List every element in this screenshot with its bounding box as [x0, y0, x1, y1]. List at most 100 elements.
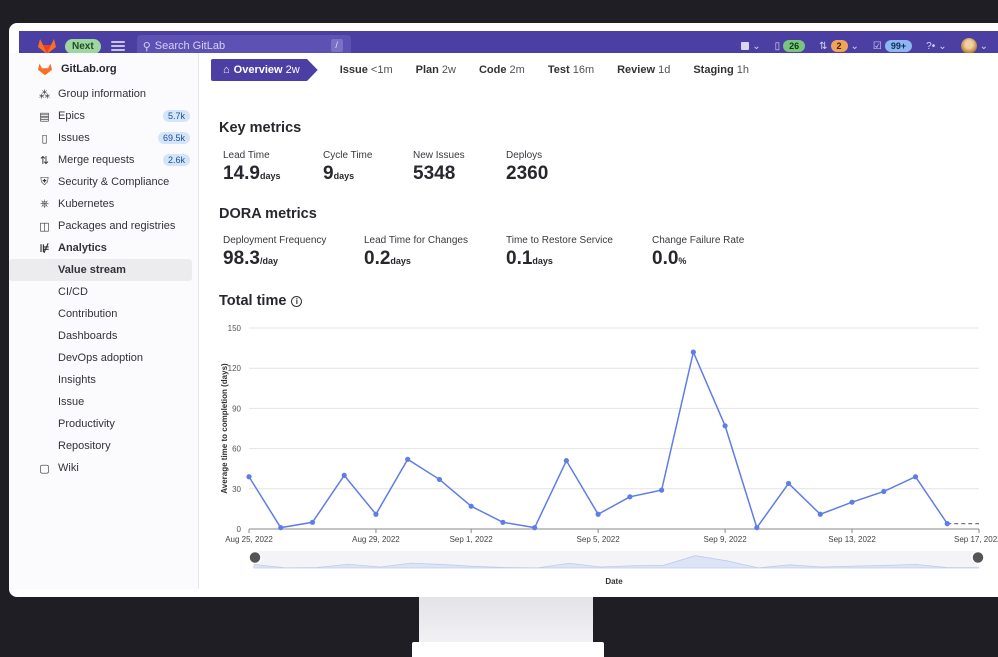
data-point [659, 487, 665, 493]
metric-cycle-time[interactable]: Cycle Time 9days [323, 150, 372, 185]
stage-duration: 16m [572, 64, 595, 76]
data-point [309, 519, 316, 525]
issues-button[interactable]: ▯ 26 [775, 40, 806, 52]
y-tick-label: 90 [232, 404, 241, 413]
sidebar-subitem-issue[interactable]: Issue [9, 391, 198, 413]
info-icon[interactable]: i [291, 295, 303, 307]
y-tick-label: 0 [237, 525, 242, 534]
sidebar-item-merge-requests[interactable]: ⇅ Merge requests 2.6k [9, 149, 198, 171]
data-point [500, 519, 506, 525]
metric-time-to-restore-service[interactable]: Time to Restore Service 0.1days [506, 235, 613, 270]
metric-lead-time-for-changes[interactable]: Lead Time for Changes 0.2days [364, 235, 468, 270]
sidebar-item-group-information[interactable]: ⁂ Group information [9, 83, 198, 105]
issues-icon: ▯ [774, 40, 781, 52]
x-axis-label: Date [605, 577, 623, 586]
x-tick-label: Sep 13, 2022 [828, 535, 876, 544]
metric-value: 98.3 [223, 248, 260, 269]
metric-change-failure-rate[interactable]: Change Failure Rate 0.0% [652, 235, 744, 270]
key-metrics-title: Key metrics [219, 120, 302, 136]
sidebar-item-security-compliance[interactable]: ⛨ Security & Compliance [9, 171, 198, 193]
issues-icon: ▯ [41, 132, 48, 145]
stage-issue[interactable]: Issue <1m [340, 64, 393, 76]
sidebar-item-epics[interactable]: ▤ Epics 5.7k [9, 105, 198, 127]
sidebar-subitem-value-stream[interactable]: Value stream [9, 259, 192, 281]
stage-name: Plan [415, 64, 439, 76]
create-new-dropdown[interactable]: ⌄ [741, 41, 761, 52]
stage-duration: 2w [285, 64, 300, 76]
metric-label: New Issues [413, 150, 465, 161]
stage-code[interactable]: Code 2m [479, 64, 525, 76]
sidebar-item-label: Merge requests [58, 154, 135, 166]
shield-icon: ⛨ [40, 175, 49, 188]
total-time-title: Total time [219, 293, 287, 309]
data-point [278, 525, 284, 531]
help-dropdown[interactable]: ?• ⌄ [926, 41, 946, 52]
stage-duration: 2m [509, 64, 525, 76]
metric-deployment-frequency[interactable]: Deployment Frequency 98.3/day [223, 235, 326, 270]
stage-duration: 1h [736, 64, 749, 76]
stage-staging[interactable]: Staging 1h [693, 64, 749, 76]
next-badge[interactable]: Next [65, 38, 101, 54]
todo-check-icon: ☑ [872, 40, 882, 52]
search-icon: ⚲ [142, 40, 151, 53]
analytics-icon: ⊯ [39, 242, 50, 255]
metric-label: Lead Time for Changes [364, 235, 468, 246]
sidebar-subitem-repository[interactable]: Repository [9, 435, 198, 457]
stage-duration: 2w [441, 64, 456, 76]
sidebar-subitem-contribution[interactable]: Contribution [9, 303, 198, 325]
metric-deploys[interactable]: Deploys 2360 [506, 150, 548, 185]
sidebar-item-label: Group information [58, 88, 147, 100]
stage-review[interactable]: Review 1d [617, 64, 670, 76]
metric-new-issues[interactable]: New Issues 5348 [413, 150, 465, 185]
x-tick-label: Aug 25, 2022 [225, 535, 273, 544]
stage-test[interactable]: Test 16m [548, 64, 594, 76]
search-shortcut-key: / [330, 39, 343, 52]
sidebar-subitem-dashboards[interactable]: Dashboards [9, 325, 198, 347]
y-tick-label: 60 [232, 445, 241, 454]
merge-requests-count-badge: 2 [830, 40, 848, 52]
wiki-book-icon: ▢ [39, 462, 50, 475]
sidebar-item-issues[interactable]: ▯ Issues 69.5k [9, 127, 198, 149]
sidebar-subitem-ci-cd[interactable]: CI/CD [9, 281, 198, 303]
stage-name: Issue [339, 64, 368, 76]
todos-button[interactable]: ☑ 99+ [872, 40, 913, 52]
zoom-handle-left [248, 550, 262, 565]
monitor-screen: Next ⚲ Search GitLab / ⌄ ▯ 26 ⇅ 2 ⌄ ☑ 99 [9, 23, 998, 597]
sidebar-subitem-productivity[interactable]: Productivity [9, 413, 198, 435]
metric-value: 0.0 [652, 248, 679, 269]
metric-label: Lead Time [223, 150, 270, 161]
data-point [722, 423, 728, 429]
sidebar-item-wiki[interactable]: ▢ Wiki [9, 457, 198, 479]
x-tick-label: Sep 5, 2022 [577, 535, 621, 544]
metric-value: 2360 [506, 163, 549, 184]
metric-unit: /day [259, 256, 278, 266]
zoom-handle-right [971, 550, 985, 565]
sidebar-item-packages-registries[interactable]: ◫ Packages and registries [9, 215, 198, 237]
data-point [785, 480, 792, 487]
package-icon: ◫ [39, 220, 50, 233]
metric-label: Change Failure Rate [652, 235, 745, 246]
sidebar-org-header[interactable]: GitLab.org [9, 53, 198, 79]
sidebar-item-label: Issues [58, 132, 90, 144]
sidebar-item-kubernetes[interactable]: ⎈ Kubernetes [9, 193, 198, 215]
merge-request-icon: ⇅ [819, 40, 828, 52]
sidebar-item-analytics[interactable]: ⊯ Analytics [9, 237, 198, 259]
merge-requests-button[interactable]: ⇅ 2 ⌄ [819, 40, 859, 52]
metric-unit: days [532, 256, 553, 266]
metric-label: Cycle Time [323, 150, 373, 161]
stage-name: Code [478, 64, 507, 76]
user-menu[interactable]: ⌄ [960, 38, 988, 54]
metric-lead-time[interactable]: Lead Time 14.9days [223, 150, 281, 185]
stage-plan[interactable]: Plan 2w [416, 64, 456, 76]
data-point [563, 458, 569, 464]
merge-requests-count-badge: 2.6k [162, 154, 190, 166]
epic-icon: ▤ [39, 110, 50, 123]
metric-label: Time to Restore Service [506, 235, 613, 246]
total-time-chart[interactable]: 0 30 60 90 120 150 Average time to completion … [199, 318, 998, 589]
hamburger-menu-icon[interactable] [110, 41, 125, 51]
x-tick-label: Sep 9, 2022 [704, 535, 748, 544]
sidebar-subitem-devops-adoption[interactable]: DevOps adoption [9, 347, 198, 369]
dora-metrics-title: DORA metrics [219, 206, 317, 222]
sidebar-subitem-insights[interactable]: Insights [9, 369, 198, 391]
stage-overview[interactable]: ⌂ Overview 2w [211, 59, 318, 81]
